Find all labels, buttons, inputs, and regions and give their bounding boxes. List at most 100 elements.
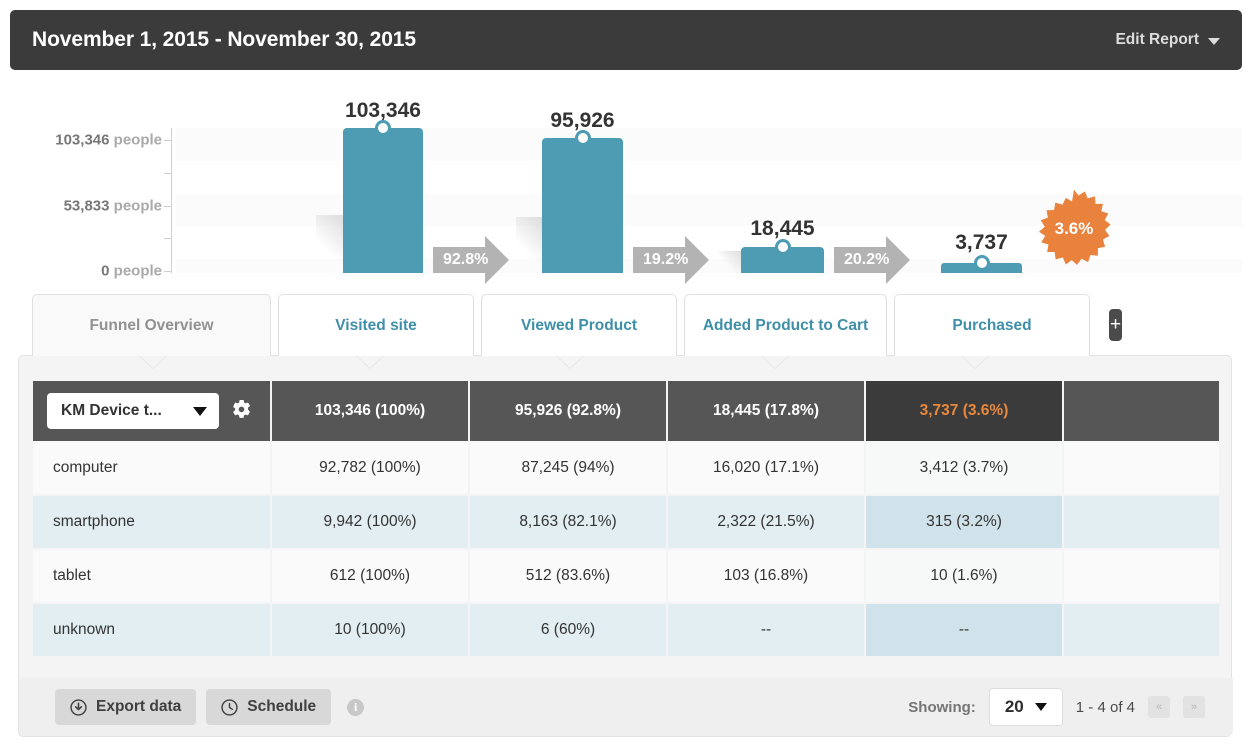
row-cell: 2,322 (21.5%) bbox=[667, 495, 866, 550]
tab-viewed-product[interactable]: Viewed Product bbox=[481, 294, 677, 356]
header-total-visited-site: 103,346 (100%) bbox=[271, 381, 470, 441]
row-cell: 9,942 (100%) bbox=[271, 495, 470, 550]
bar-slot-viewed-product[interactable]: 95,926 bbox=[542, 109, 623, 273]
add-step-button[interactable]: + bbox=[1109, 309, 1122, 341]
table-footer: Export data Schedule i Showing: 20 1 - 4… bbox=[19, 678, 1233, 736]
edit-report-button[interactable]: Edit Report bbox=[1115, 31, 1220, 49]
row-cell: 16,020 (17.1%) bbox=[667, 441, 866, 496]
bar-dot-icon bbox=[375, 120, 391, 136]
tab-notch bbox=[356, 355, 384, 368]
footer-actions: Export data Schedule i bbox=[55, 689, 365, 725]
y-axis-label-bottom: 0 people bbox=[101, 262, 162, 280]
row-label: unknown bbox=[33, 603, 272, 658]
schedule-label: Schedule bbox=[247, 698, 317, 715]
row-label: tablet bbox=[33, 549, 272, 604]
arrow-head-icon bbox=[685, 236, 709, 284]
table-body: computer 92,782 (100%) 87,245 (94%) 16,0… bbox=[33, 441, 1219, 658]
header-empty bbox=[1063, 381, 1219, 441]
row-cell: 8,163 (82.1%) bbox=[469, 495, 668, 550]
row-label: smartphone bbox=[33, 495, 272, 550]
row-cell-empty bbox=[1063, 441, 1219, 496]
tab-label: Visited site bbox=[335, 316, 417, 334]
tab-notch bbox=[961, 355, 989, 368]
conversion-rate-2: 19.2% bbox=[643, 251, 689, 268]
report-header: November 1, 2015 - November 30, 2015 Edi… bbox=[10, 10, 1242, 70]
y-axis-line bbox=[171, 128, 172, 273]
y-axis-tick bbox=[164, 271, 172, 272]
table-head: KM Device t... 103,346 (100%) 95,926 (92… bbox=[33, 381, 1219, 441]
page-size-select[interactable]: 20 bbox=[988, 688, 1063, 726]
table-row[interactable]: smartphone 9,942 (100%) 8,163 (82.1%) 2,… bbox=[33, 495, 1219, 550]
y-axis-label-top: 103,346 people bbox=[55, 131, 162, 149]
showing-label: Showing: bbox=[908, 698, 976, 716]
download-icon bbox=[70, 698, 87, 716]
bar-visited-site[interactable] bbox=[343, 120, 423, 273]
schedule-button[interactable]: Schedule bbox=[206, 689, 332, 725]
table-row[interactable]: computer 92,782 (100%) 87,245 (94%) 16,0… bbox=[33, 441, 1219, 496]
info-icon[interactable]: i bbox=[347, 698, 365, 716]
bar-slot-purchased[interactable]: 3,737 bbox=[941, 128, 1022, 273]
tab-purchased[interactable]: Purchased bbox=[894, 294, 1090, 356]
next-page-button[interactable]: » bbox=[1183, 696, 1205, 718]
funnel-step-tabs: Funnel Overview Visited site Viewed Prod… bbox=[32, 294, 1122, 356]
chevron-down-icon bbox=[193, 406, 207, 416]
bar-added-to-cart[interactable] bbox=[741, 239, 824, 273]
edit-report-label: Edit Report bbox=[1115, 31, 1199, 48]
table-header-row: KM Device t... 103,346 (100%) 95,926 (92… bbox=[33, 381, 1219, 441]
overall-conversion-badge: 3.6% bbox=[1033, 188, 1115, 270]
pagination-controls: Showing: 20 1 - 4 of 4 « » bbox=[908, 688, 1205, 726]
overall-conversion-label: 3.6% bbox=[1054, 219, 1094, 238]
row-cell: 92,782 (100%) bbox=[271, 441, 470, 496]
row-cell: 612 (100%) bbox=[271, 549, 470, 604]
bar-slot-added-to-cart[interactable]: 18,445 bbox=[741, 128, 824, 273]
funnel-report-page: November 1, 2015 - November 30, 2015 Edi… bbox=[0, 0, 1252, 749]
tab-notch bbox=[139, 355, 167, 368]
previous-page-button[interactable]: « bbox=[1148, 696, 1170, 718]
tab-added-product-to-cart[interactable]: Added Product to Cart bbox=[684, 294, 887, 356]
header-total-viewed-product: 95,926 (92.8%) bbox=[469, 381, 668, 441]
chevron-right-icon: » bbox=[1190, 701, 1198, 713]
bar-dot-icon bbox=[574, 130, 591, 146]
table-row[interactable]: unknown 10 (100%) 6 (60%) -- -- bbox=[33, 603, 1219, 658]
y-axis-tick bbox=[164, 238, 172, 239]
row-cell: 87,245 (94%) bbox=[469, 441, 668, 496]
export-data-label: Export data bbox=[96, 698, 182, 715]
row-label: computer bbox=[33, 441, 272, 496]
conversion-rate-3: 20.2% bbox=[844, 251, 890, 268]
export-data-button[interactable]: Export data bbox=[55, 689, 197, 725]
result-range-label: 1 - 4 of 4 bbox=[1075, 698, 1135, 716]
bar-slot-visited-site[interactable]: 103,346 bbox=[343, 99, 423, 273]
funnel-arrow-3: 20.2% bbox=[834, 236, 910, 284]
row-cell-empty bbox=[1063, 495, 1219, 550]
chart-y-axis: 103,346 people 53,833 people 0 people bbox=[0, 88, 172, 293]
table-row[interactable]: tablet 612 (100%) 512 (83.6%) 103 (16.8%… bbox=[33, 549, 1219, 604]
bar-viewed-product[interactable] bbox=[542, 130, 623, 273]
tab-funnel-overview[interactable]: Funnel Overview bbox=[32, 294, 271, 356]
row-cell-empty bbox=[1063, 549, 1219, 604]
row-cell: 3,412 (3.7%) bbox=[865, 441, 1064, 496]
row-cell: -- bbox=[865, 603, 1064, 658]
dimension-select[interactable]: KM Device t... bbox=[47, 393, 219, 429]
arrow-head-icon bbox=[485, 236, 509, 284]
tab-visited-site[interactable]: Visited site bbox=[278, 294, 474, 356]
arrow-head-icon bbox=[886, 236, 910, 284]
bar-dot-icon bbox=[774, 239, 791, 255]
tab-label: Added Product to Cart bbox=[702, 316, 869, 334]
funnel-table-card: KM Device t... 103,346 (100%) 95,926 (92… bbox=[18, 355, 1233, 737]
funnel-arrow-1: 92.8% bbox=[433, 236, 509, 284]
row-cell: 103 (16.8%) bbox=[667, 549, 866, 604]
gear-icon[interactable] bbox=[231, 398, 252, 424]
header-total-purchased: 3,737 (3.6%) bbox=[865, 381, 1064, 441]
row-cell: 6 (60%) bbox=[469, 603, 668, 658]
tab-notch bbox=[761, 355, 789, 368]
chevron-down-icon bbox=[1034, 703, 1047, 711]
dimension-selector-cell: KM Device t... bbox=[33, 381, 272, 441]
row-cell: 512 (83.6%) bbox=[469, 549, 668, 604]
funnel-arrow-2: 19.2% bbox=[633, 236, 709, 284]
page-size-value: 20 bbox=[1004, 697, 1024, 716]
bar-shadow bbox=[316, 215, 344, 273]
bar-purchased[interactable] bbox=[941, 255, 1022, 273]
y-axis-label-mid: 53,833 people bbox=[63, 197, 162, 215]
bar-shadow bbox=[717, 251, 741, 273]
header-total-added-to-cart: 18,445 (17.8%) bbox=[667, 381, 866, 441]
